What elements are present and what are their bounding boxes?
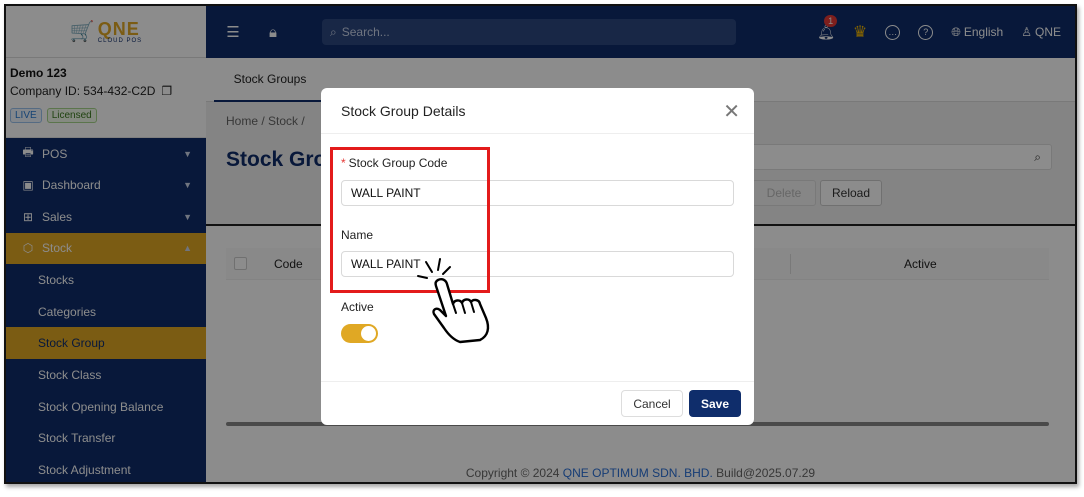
active-toggle[interactable] [341,324,378,343]
cancel-button[interactable]: Cancel [621,390,683,417]
save-button[interactable]: Save [689,390,741,417]
dialog-title: Stock Group Details [341,103,466,119]
pointer-hand-icon [417,258,490,344]
close-icon[interactable]: ✕ [723,99,740,124]
app-window: 🛒 QNE CLOUD POS Demo 123 Company ID: 534… [4,4,1077,484]
toggle-knob [361,326,376,341]
divider [321,133,754,134]
divider [321,381,754,382]
active-label: Active [341,300,374,314]
